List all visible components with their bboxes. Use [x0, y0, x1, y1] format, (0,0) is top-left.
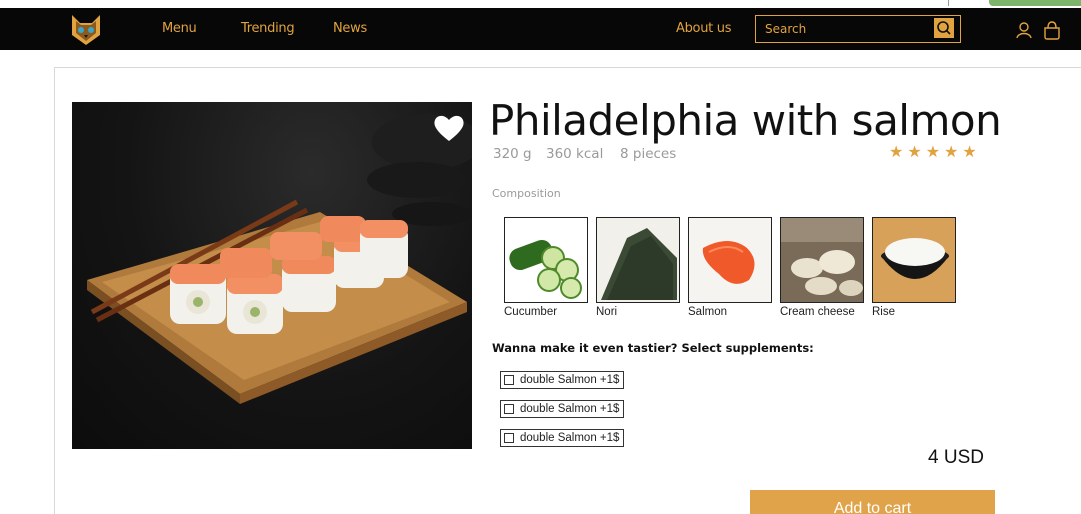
nav-trending-link[interactable]: Trending	[241, 21, 295, 36]
edge-divider	[948, 0, 949, 6]
search-input[interactable]	[756, 16, 932, 42]
add-to-cart-button[interactable]: Add to cart	[750, 490, 995, 514]
ingredient-label: Rise	[872, 306, 896, 318]
supplement-label: double Salmon +1$	[520, 403, 620, 415]
edge-green-tab	[989, 0, 1081, 6]
supplement-checkbox[interactable]	[504, 433, 514, 443]
supplement-checkbox[interactable]	[504, 404, 514, 414]
search-button[interactable]	[934, 18, 954, 38]
rating-stars: ★★★★★	[889, 144, 981, 161]
supplement-label: double Salmon +1$	[520, 432, 620, 444]
rice-image	[872, 217, 956, 303]
cream-cheese-image	[780, 217, 864, 303]
nav-news-link[interactable]: News	[333, 21, 367, 36]
product-calories: 360 kcal	[546, 146, 604, 162]
ingredient-label: Cucumber	[504, 306, 558, 318]
salmon-image	[688, 217, 772, 303]
supplement-option[interactable]: double Salmon +1$	[500, 371, 625, 389]
ingredient-label: Cream cheese	[780, 306, 855, 318]
product-image	[72, 102, 472, 449]
ingredient-label: Nori	[596, 306, 618, 318]
supplements-heading: Wanna make it even tastier? Select suppl…	[492, 341, 814, 355]
nav-menu-link[interactable]: Menu	[162, 21, 197, 36]
supplement-label: double Salmon +1$	[520, 374, 620, 386]
top-edge-strip	[0, 0, 1081, 8]
ingredient-cucumber: Cucumber	[504, 217, 588, 318]
product-title: Philadelphia with salmon	[489, 96, 1002, 145]
supplement-option[interactable]: double Salmon +1$	[500, 429, 625, 447]
ingredient-cream-cheese: Cream cheese	[780, 217, 864, 318]
ingredient-rice: Rise	[872, 217, 956, 318]
nori-image	[596, 217, 680, 303]
user-icon[interactable]	[1015, 21, 1033, 39]
top-navigation-bar: Menu Trending News About us	[0, 8, 1081, 50]
favorite-heart-icon[interactable]	[432, 113, 466, 143]
shopping-bag-icon[interactable]	[1043, 20, 1061, 40]
ingredient-salmon: Salmon	[688, 217, 772, 318]
product-price: 4 USD	[928, 447, 984, 468]
cucumber-image	[504, 217, 588, 303]
supplement-option[interactable]: double Salmon +1$	[500, 400, 625, 418]
search-box	[755, 15, 961, 43]
nav-about-link[interactable]: About us	[676, 21, 731, 36]
ingredient-nori: Nori	[596, 217, 680, 318]
product-pieces: 8 pieces	[620, 146, 677, 162]
composition-label: Composition	[492, 187, 561, 200]
supplement-checkbox[interactable]	[504, 375, 514, 385]
cat-logo-icon[interactable]	[66, 11, 106, 47]
ingredient-label: Salmon	[688, 306, 727, 318]
product-weight: 320 g	[493, 146, 532, 162]
search-icon	[937, 21, 951, 35]
